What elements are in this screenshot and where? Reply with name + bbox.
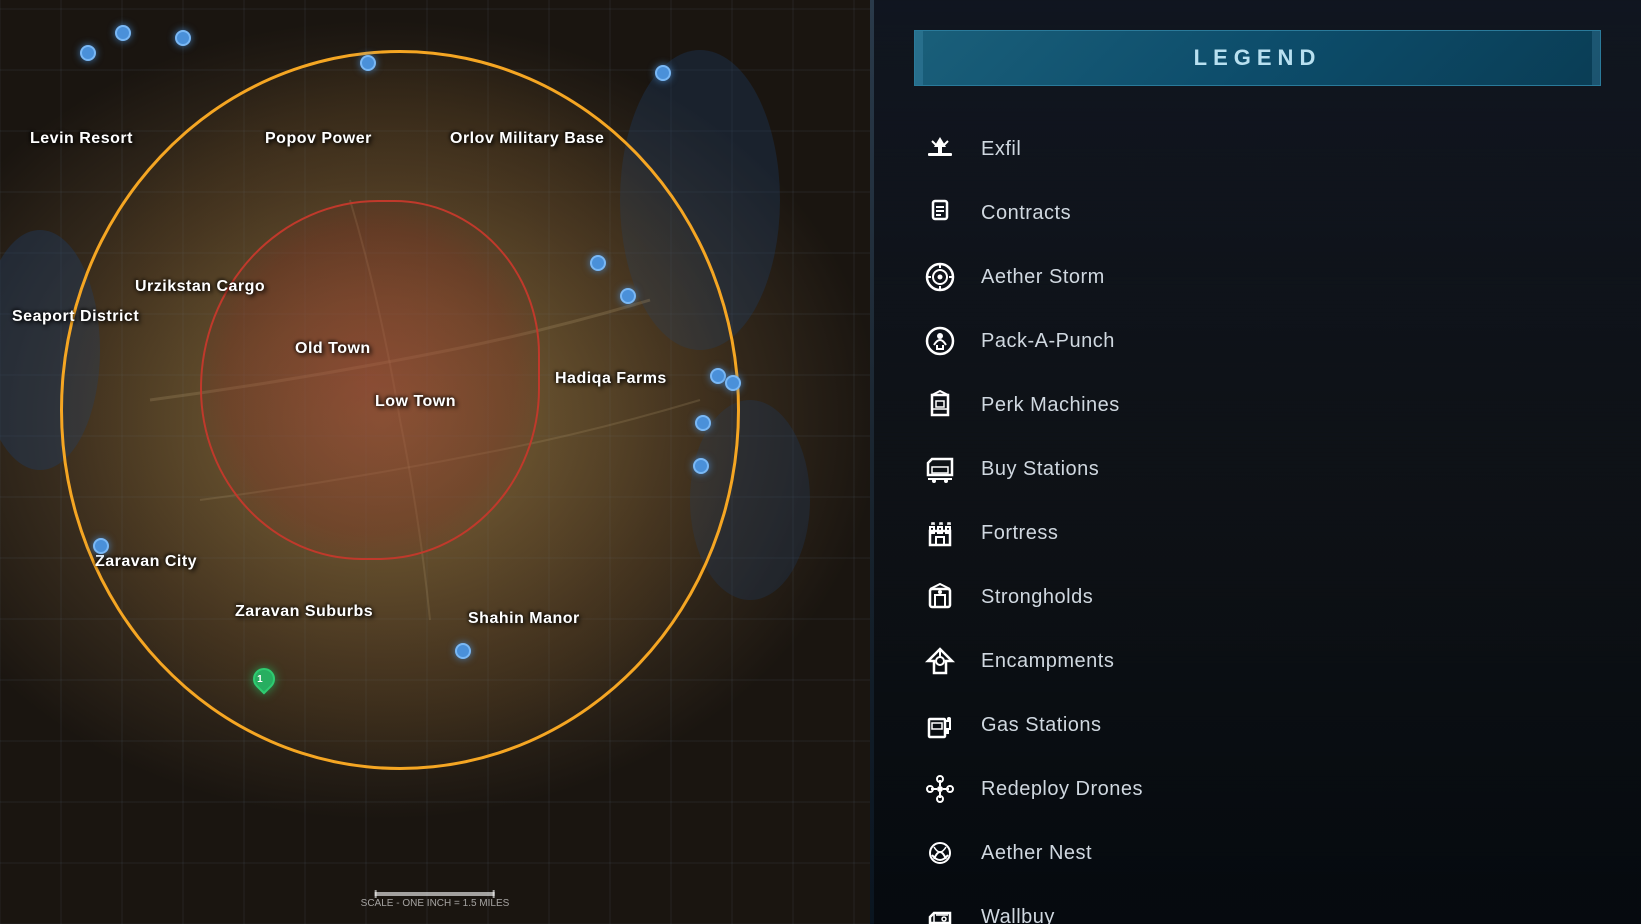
map-marker[interactable]: [175, 30, 191, 46]
encampments-icon: [919, 640, 961, 682]
map-marker[interactable]: [620, 288, 636, 304]
map-container: Levin Resort Popov Power Orlov Military …: [0, 0, 870, 924]
exfil-label: Exfil: [981, 138, 1021, 161]
map-marker[interactable]: [655, 65, 671, 81]
scale-bar: SCALE - ONE INCH = 1.5 MILES: [361, 890, 510, 909]
label-hadiqa-farms: Hadiqa Farms: [555, 370, 667, 388]
encampments-label: Encampments: [981, 650, 1114, 673]
map-marker[interactable]: [590, 255, 606, 271]
label-levin-resort: Levin Resort: [30, 130, 133, 148]
legend-item-strongholds[interactable]: Strongholds: [904, 566, 1611, 628]
legend-header: LEGEND: [914, 30, 1601, 86]
perk-machines-label: Perk Machines: [981, 394, 1120, 417]
label-urzikstan-cargo: Urzikstan Cargo: [135, 278, 265, 296]
label-old-town: Old Town: [295, 340, 371, 358]
strongholds-icon: [919, 576, 961, 618]
legend-item-buy-stations[interactable]: Buy Stations: [904, 438, 1611, 500]
legend-item-fortress[interactable]: Fortress: [904, 502, 1611, 564]
legend-item-contracts[interactable]: Contracts: [904, 182, 1611, 244]
legend-item-gas-stations[interactable]: Gas Stations: [904, 694, 1611, 756]
legend-title: LEGEND: [1194, 45, 1322, 70]
buy-stations-label: Buy Stations: [981, 458, 1099, 481]
label-popov-power: Popov Power: [265, 130, 372, 148]
fortress-label: Fortress: [981, 522, 1058, 545]
legend-item-pack-a-punch[interactable]: Pack-A-Punch: [904, 310, 1611, 372]
label-orlov-military: Orlov Military Base: [450, 130, 604, 148]
label-zaravan-suburbs: Zaravan Suburbs: [235, 603, 373, 621]
legend-panel[interactable]: LEGEND Exfil: [874, 0, 1641, 924]
label-shahin-manor: Shahin Manor: [468, 610, 580, 628]
legend-item-exfil[interactable]: Exfil: [904, 118, 1611, 180]
redeploy-drones-label: Redeploy Drones: [981, 778, 1143, 801]
map-marker[interactable]: [115, 25, 131, 41]
legend-items-list: Exfil Contracts: [874, 106, 1641, 924]
exfil-icon: [919, 128, 961, 170]
contracts-label: Contracts: [981, 202, 1071, 225]
aether-storm-icon: [919, 256, 961, 298]
pack-a-punch-label: Pack-A-Punch: [981, 330, 1115, 353]
wallbuy-label: Wallbuy: [981, 906, 1055, 924]
legend-item-perk-machines[interactable]: Perk Machines: [904, 374, 1611, 436]
map-marker[interactable]: [725, 375, 741, 391]
label-low-town: Low Town: [375, 393, 456, 411]
map-marker[interactable]: [710, 368, 726, 384]
pack-a-punch-icon: [919, 320, 961, 362]
map-marker[interactable]: [360, 55, 376, 71]
map-marker[interactable]: [93, 538, 109, 554]
map-marker[interactable]: [693, 458, 709, 474]
wallbuy-icon: [919, 896, 961, 924]
aether-storm-label: Aether Storm: [981, 266, 1105, 289]
perk-machines-icon: [919, 384, 961, 426]
redeploy-drones-icon: [919, 768, 961, 810]
contracts-icon: [919, 192, 961, 234]
legend-item-wallbuy[interactable]: Wallbuy: [904, 886, 1611, 924]
legend-item-aether-storm[interactable]: Aether Storm: [904, 246, 1611, 308]
gas-stations-icon: [919, 704, 961, 746]
legend-item-encampments[interactable]: Encampments: [904, 630, 1611, 692]
strongholds-label: Strongholds: [981, 586, 1093, 609]
map-marker[interactable]: [695, 415, 711, 431]
label-zaravan-city: Zaravan City: [95, 553, 197, 571]
aether-nest-icon: [919, 832, 961, 874]
legend-item-aether-nest[interactable]: Aether Nest: [904, 822, 1611, 884]
label-seaport-district: Seaport District: [12, 308, 139, 326]
map-marker[interactable]: [80, 45, 96, 61]
gas-stations-label: Gas Stations: [981, 714, 1102, 737]
buy-stations-icon: [919, 448, 961, 490]
legend-item-redeploy-drones[interactable]: Redeploy Drones: [904, 758, 1611, 820]
aether-nest-label: Aether Nest: [981, 842, 1092, 865]
fortress-icon: [919, 512, 961, 554]
map-marker[interactable]: [455, 643, 471, 659]
